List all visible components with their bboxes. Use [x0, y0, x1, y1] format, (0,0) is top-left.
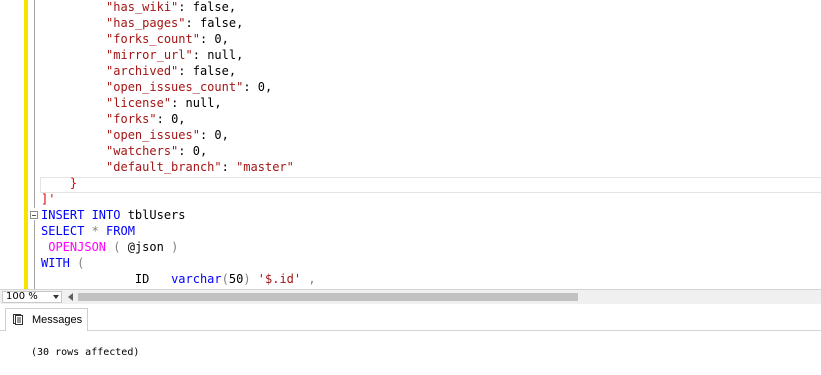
code-line: "has_wiki": false, [106, 0, 237, 14]
outline-line-lower [34, 220, 35, 289]
code-line: WITH ( [41, 256, 85, 270]
editor-margin [0, 0, 24, 289]
editor-status-bar: 100 % [0, 289, 821, 304]
code-line: ID varchar(50) '$.id' , [134, 272, 316, 286]
code-line: SELECT * FROM [41, 224, 135, 238]
code-line: "mirror_url": null, [106, 48, 244, 62]
chevron-down-icon [53, 295, 59, 299]
code-line: "forks_count": 0, [106, 32, 229, 46]
code-line: "open_issues_count": 0, [106, 80, 273, 94]
collapse-icon[interactable] [30, 211, 38, 219]
code-line: OPENJSON ( @json ) [48, 240, 179, 254]
code-line: "watchers": 0, [106, 144, 208, 158]
outline-line [34, 0, 35, 208]
result-message: (30 rows affected) [31, 347, 140, 358]
code-line: "open_issues": 0, [106, 128, 229, 142]
tab-label: Messages [32, 314, 83, 326]
messages-icon [13, 314, 23, 325]
code-line: "default_branch": "master" [106, 160, 294, 174]
zoom-dropdown[interactable]: 100 % [2, 291, 62, 303]
code-line: "license": null, [106, 96, 222, 110]
messages-pane: (30 rows affected) [0, 331, 821, 375]
tab-messages[interactable]: Messages [5, 308, 88, 331]
code-line: ]' [41, 192, 56, 206]
code-line-current: } [69, 176, 78, 190]
zoom-value: 100 % [6, 291, 38, 302]
code-line: "archived": false, [106, 64, 237, 78]
change-tracking-bar [24, 0, 28, 289]
results-tabs: Messages [0, 304, 821, 331]
code-line: "has_pages": false, [106, 16, 244, 30]
scrollbar-thumb[interactable] [78, 293, 578, 301]
code-line: "forks": 0, [106, 112, 186, 126]
code-lines: "has_wiki": false, "has_pages": false, "… [41, 0, 316, 287]
query-editor[interactable]: "has_wiki": false, "has_pages": false, "… [0, 0, 821, 289]
code-line: INSERT INTO tblUsers [41, 208, 186, 222]
horizontal-scrollbar[interactable] [78, 291, 818, 303]
scroll-left-icon[interactable] [68, 293, 73, 301]
